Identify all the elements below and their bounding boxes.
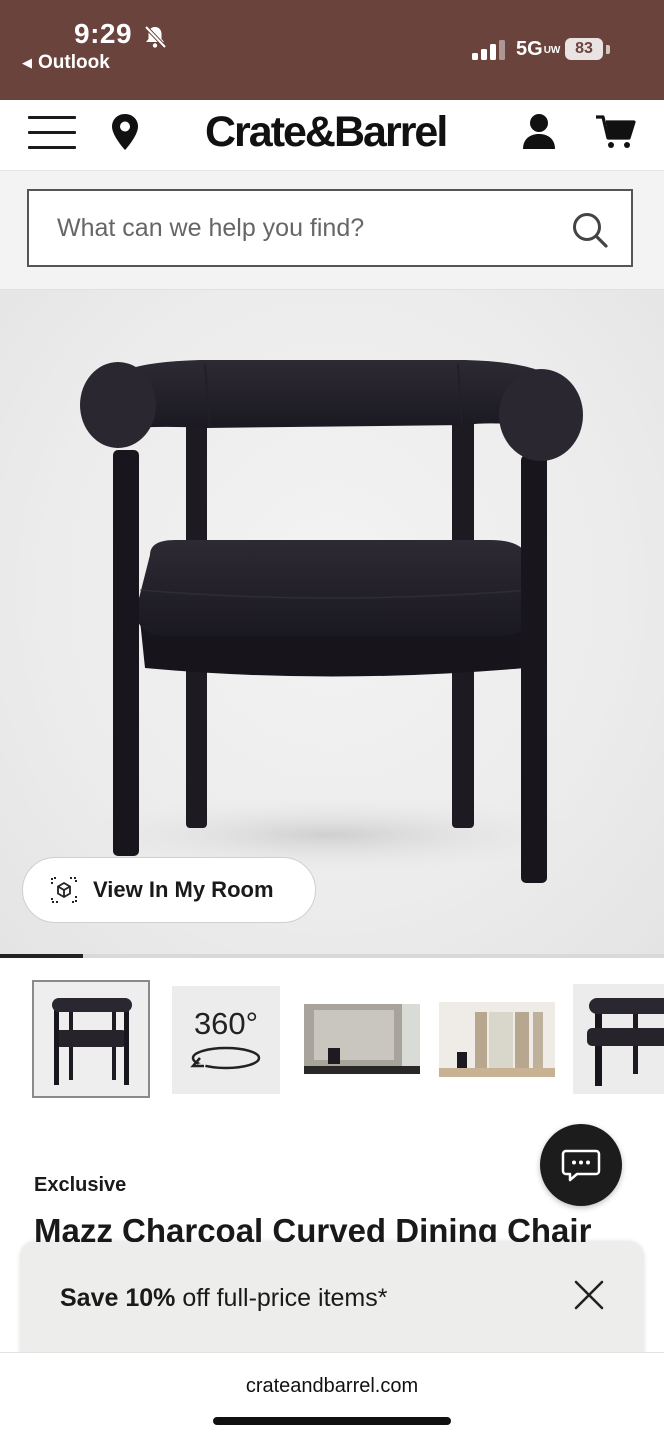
- brand-logo[interactable]: Crate&Barrel: [205, 108, 448, 157]
- location-pin-icon[interactable]: [108, 112, 142, 152]
- network-label: 5G: [516, 38, 543, 60]
- bell-muted-icon: [144, 25, 167, 49]
- carousel-progress-fill: [0, 954, 83, 958]
- room-scene-curtains-image: [439, 1002, 555, 1077]
- url-text: crateandbarrel.com: [245, 1375, 419, 1397]
- room-scene-wide-image: [304, 1004, 420, 1074]
- thumbnail-room-scene-curtains[interactable]: [439, 1002, 555, 1077]
- cart-icon[interactable]: [594, 112, 636, 152]
- promo-banner[interactable]: Save 10% off full-price items*: [20, 1242, 644, 1362]
- status-bar: 9:29 ◀ Outlook 5GUW 83: [0, 0, 664, 100]
- chair-front-image: [34, 982, 148, 1096]
- promo-text: Save 10% off full-price items*: [60, 1284, 387, 1313]
- site-header: Crate&Barrel: [0, 100, 664, 171]
- status-time: 9:29: [74, 18, 133, 49]
- promo-rest-text: off full-price items*: [175, 1284, 388, 1312]
- back-to-app-link[interactable]: ◀ Outlook: [22, 52, 110, 74]
- chair-angle-image: [573, 984, 664, 1094]
- hamburger-menu-icon[interactable]: [28, 116, 76, 150]
- thumbnail-360-view[interactable]: 360°: [172, 986, 280, 1094]
- augmented-reality-icon: [51, 877, 77, 903]
- network-indicator: 5GUW: [516, 38, 560, 61]
- search-area: [0, 171, 664, 290]
- search-icon[interactable]: [571, 211, 609, 249]
- back-triangle-icon: ◀: [22, 55, 32, 70]
- rotate-360-icon: [190, 1046, 261, 1070]
- battery-indicator: 83: [565, 38, 603, 60]
- back-app-label: Outlook: [38, 52, 110, 73]
- product-hero-image[interactable]: View In My Room: [0, 290, 664, 954]
- view-in-my-room-label: View In My Room: [93, 877, 274, 902]
- promo-bold-text: Save 10%: [60, 1284, 176, 1312]
- chat-button[interactable]: [540, 1124, 622, 1206]
- close-icon[interactable]: [572, 1278, 606, 1312]
- network-suffix: UW: [543, 45, 561, 56]
- search-input[interactable]: [29, 191, 597, 265]
- chair-image: [50, 360, 610, 883]
- battery-cap: [606, 45, 610, 54]
- exclusive-badge: Exclusive: [34, 1174, 127, 1196]
- thumbnail-chair-angle[interactable]: [573, 984, 664, 1094]
- cell-signal-icon: [472, 40, 505, 60]
- browser-url-bar[interactable]: crateandbarrel.com: [0, 1352, 664, 1441]
- search-box: [27, 189, 633, 267]
- home-indicator[interactable]: [213, 1417, 451, 1425]
- thumbnail-chair-front[interactable]: [32, 980, 150, 1098]
- chat-bubble-icon: [561, 1149, 601, 1182]
- view-in-my-room-button[interactable]: View In My Room: [22, 857, 316, 923]
- spin-360-label: 360°: [193, 1006, 259, 1041]
- thumbnail-strip: 360°: [0, 978, 664, 1102]
- carousel-progress-bar: [0, 954, 664, 958]
- account-icon[interactable]: [520, 112, 558, 152]
- thumbnail-room-scene-wide[interactable]: [304, 1004, 420, 1074]
